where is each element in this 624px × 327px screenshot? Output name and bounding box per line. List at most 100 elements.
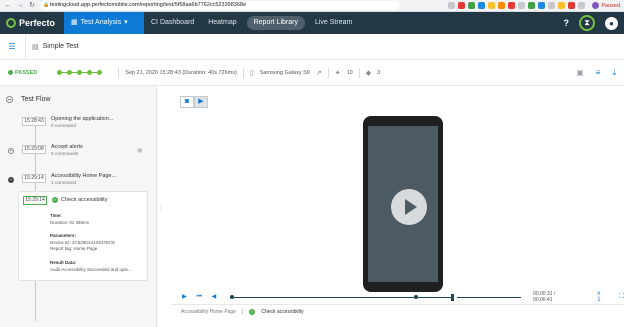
extension-icon[interactable]: [448, 2, 456, 9]
user-avatar-icon[interactable]: ●: [605, 16, 618, 30]
video-icon[interactable]: ▶: [194, 96, 208, 108]
download-icon[interactable]: ⤓: [612, 68, 616, 78]
briefcase-icon[interactable]: ▣: [576, 68, 584, 78]
external-link-icon[interactable]: ↗: [316, 69, 322, 77]
reload-icon[interactable]: ↻: [28, 2, 36, 10]
extension-icon[interactable]: [568, 2, 576, 9]
extension-icon[interactable]: [468, 2, 476, 9]
list-menu-icon[interactable]: ☰: [5, 42, 19, 51]
extension-icon[interactable]: [558, 2, 566, 9]
breadcrumb: ☰ ▤ Simple Test: [0, 33, 624, 60]
analysis-icon: ▦: [71, 19, 78, 26]
extension-icon[interactable]: [538, 2, 546, 9]
expand-icon[interactable]: +: [8, 148, 14, 154]
tab-report-library[interactable]: Report Library: [246, 16, 305, 30]
report-tag-label: Report tag:: [50, 246, 73, 251]
video-screen[interactable]: [368, 126, 438, 282]
device-name[interactable]: Samsung Galaxy S9: [260, 70, 310, 76]
extension-icon[interactable]: [508, 2, 516, 9]
help-icon[interactable]: ?: [564, 18, 570, 28]
seek-bar[interactable]: [230, 293, 454, 301]
list-item[interactable]: 15:28:43 Opening the application... 0 co…: [0, 113, 157, 139]
divider: [358, 67, 360, 78]
back-arrow-icon[interactable]: ←: [4, 2, 12, 10]
check-circle-icon: ✓: [249, 308, 256, 315]
progress-steps: [57, 70, 103, 75]
extension-icon[interactable]: [458, 2, 466, 9]
step-time: 15:29:14: [23, 196, 47, 205]
step-time: 15:29:14: [22, 174, 46, 183]
extension-icon[interactable]: [548, 2, 556, 9]
time-label: Time:: [50, 213, 62, 218]
tab-test-analysis[interactable]: ▦ Test Analysis ▾: [64, 12, 144, 34]
step-name: Opening the application...: [51, 116, 114, 122]
extension-icon[interactable]: [478, 2, 486, 9]
forward-arrow-icon[interactable]: →: [16, 2, 24, 10]
extension-icon[interactable]: [578, 2, 586, 9]
extension-icon[interactable]: [488, 2, 496, 9]
paused-label: Paused: [601, 2, 620, 9]
perfecto-logo[interactable]: Perfecto: [0, 12, 60, 34]
time-section: Time: Duration: 0s 355ms: [50, 213, 89, 226]
list-item[interactable]: + 15:29:08 Accept alerts 6 commands ▣: [0, 141, 157, 167]
player-controls: ▶ ⏮ ◀ 00:00:31 / 00:00:41 x 1 ⛶: [171, 290, 624, 304]
address-url: testingcloud.app.perfectomobile.com/repo…: [50, 2, 246, 8]
profile-paused[interactable]: Paused: [592, 2, 620, 9]
test-flow-panel: Test Flow 15:28:43 Opening the applicati…: [0, 86, 157, 327]
play-button[interactable]: ▶: [180, 293, 189, 302]
extension-icon[interactable]: [518, 2, 526, 9]
caption-parent[interactable]: Accessibility Home Page: [181, 309, 236, 315]
test-flow-header: Test Flow: [0, 86, 156, 112]
seek-marker[interactable]: [414, 294, 419, 299]
profile-avatar-icon: [592, 2, 600, 9]
screenshot-icon[interactable]: ◙: [180, 96, 194, 108]
step-command-count: 1 command: [51, 181, 77, 186]
result-label: Result Data:: [50, 260, 77, 265]
extension-icon[interactable]: [528, 2, 536, 9]
caption-current[interactable]: Check accessibility: [261, 309, 303, 315]
filter-icon[interactable]: ≡: [596, 68, 601, 78]
tab-heatmap[interactable]: Heatmap: [201, 12, 243, 34]
duration-value: 0s 355ms: [69, 220, 90, 225]
caption-bar: Accessibility Home Page | ✓ Check access…: [171, 304, 624, 318]
step-time: 15:29:08: [22, 145, 46, 154]
tag-count: 3: [377, 69, 381, 76]
panel-resize-handle[interactable]: ⋮: [158, 205, 164, 212]
screenshot-icon[interactable]: ▣: [137, 147, 143, 154]
step-time: 15:28:43: [22, 117, 46, 126]
address-bar[interactable]: 🔒 testingcloud.app.perfectomobile.com/re…: [40, 1, 400, 10]
test-datetime: Sep 21, 2020 15:28:43 (Duration: 40s 726…: [125, 69, 237, 76]
seek-handle[interactable]: [450, 293, 454, 301]
lock-icon: 🔒: [43, 2, 50, 8]
seek-marker[interactable]: [230, 294, 235, 299]
divider: [25, 33, 26, 60]
collapse-icon[interactable]: −: [8, 177, 14, 183]
test-flow-title: Test Flow: [21, 95, 51, 103]
extensions-tray: Paused: [448, 2, 620, 9]
extension-icon[interactable]: [498, 2, 506, 9]
brand-name: Perfecto: [19, 18, 56, 28]
os-icon: ✦: [334, 69, 341, 77]
step-detail-card[interactable]: 15:29:14 ✓ Check accessibility Time: Dur…: [18, 191, 148, 281]
speed-control[interactable]: x 1: [597, 291, 605, 303]
skip-icon[interactable]: ⏮: [195, 293, 204, 302]
volume-icon[interactable]: ◀: [210, 293, 219, 302]
step-name: Accept alerts: [51, 144, 83, 150]
result-value: Audit Accessibility Succeeded and uplo..…: [50, 267, 132, 272]
document-icon: ▤: [32, 43, 39, 51]
divider: |: [242, 308, 244, 315]
device-frame: [363, 116, 443, 292]
fullscreen-icon[interactable]: ⛶: [619, 293, 624, 301]
phone-icon: ▯: [249, 69, 254, 77]
status-label: PASSED: [15, 69, 38, 76]
parameters-label: Parameters:: [50, 233, 77, 238]
tab-ci-dashboard[interactable]: CI Dashboard: [144, 12, 201, 34]
play-icon[interactable]: [391, 189, 427, 225]
device-id-label: Device ID:: [50, 240, 71, 245]
report-tag-value: Home Page: [73, 246, 98, 251]
tab-live-stream[interactable]: Live Stream: [308, 12, 359, 34]
collapse-all-icon[interactable]: [6, 95, 13, 103]
result-section: Result Data: Audit Accessibility Succeed…: [50, 260, 132, 273]
hourglass-icon[interactable]: ⧗: [579, 15, 595, 31]
step-name: Check accessibility: [61, 197, 108, 203]
